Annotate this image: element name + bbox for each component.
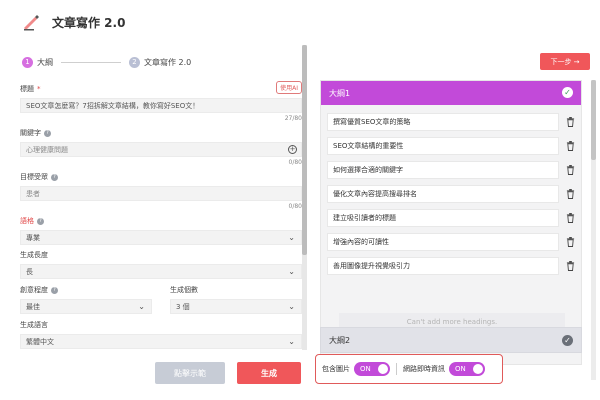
- chevron-down-icon: ⌄: [288, 337, 295, 346]
- check-icon[interactable]: ✓: [562, 335, 573, 346]
- step-1-indicator: 1: [22, 56, 33, 68]
- audience-char-count: 0/80: [288, 203, 302, 210]
- step-2-label[interactable]: 文章寫作 2.0: [144, 57, 191, 68]
- scrollbar-thumb[interactable]: [591, 80, 596, 160]
- scrollbar-thumb[interactable]: [302, 45, 307, 255]
- keywords-label: 關鍵字?: [20, 128, 302, 138]
- generate-button[interactable]: 生成: [237, 362, 301, 384]
- trash-icon[interactable]: [566, 213, 575, 223]
- pen-icon: [20, 11, 42, 33]
- include-images-toggle[interactable]: ON: [354, 362, 390, 376]
- chevron-down-icon: ⌄: [288, 302, 295, 311]
- toggle-knob: [378, 364, 388, 374]
- web-search-label: 網路即時資訊: [403, 365, 445, 373]
- title-char-count: 27/80: [284, 115, 302, 122]
- tone-select[interactable]: 專業 ⌄: [20, 230, 302, 245]
- trash-icon[interactable]: [566, 117, 575, 127]
- web-search-toggle[interactable]: ON: [449, 362, 485, 376]
- outline-heading-item[interactable]: SEO文章結構的重要性: [327, 137, 559, 155]
- add-keyword-icon[interactable]: +: [288, 145, 297, 154]
- include-images-label: 包含圖片: [322, 365, 350, 373]
- form-panel: 1 大綱 2 文章寫作 2.0 標題 * 使用AI SEO文章怎麼寫？7招拆解文章…: [10, 50, 310, 395]
- detail-label: 創意程度?: [20, 285, 152, 295]
- language-label: 生成語言: [20, 321, 48, 329]
- outline-heading-item[interactable]: 增強內容的可讀性: [327, 233, 559, 251]
- count-label: 生成個數: [170, 286, 198, 294]
- page-title: 文章寫作 2.0: [52, 15, 126, 30]
- info-icon[interactable]: ?: [51, 286, 58, 294]
- chevron-down-icon: ⌄: [288, 233, 295, 242]
- outline-heading-item[interactable]: 善用圖像提升視覺吸引力: [327, 257, 559, 275]
- next-step-button[interactable]: 下一步 →: [540, 53, 590, 70]
- check-icon[interactable]: ✓: [562, 87, 573, 98]
- outline-card-header[interactable]: 大綱1 ✓: [321, 81, 581, 105]
- language-select[interactable]: 繁體中文 ⌄: [20, 334, 302, 349]
- tone-label: 語格?: [20, 216, 302, 226]
- detail-select[interactable]: 最佳 ⌄: [20, 299, 152, 314]
- outline-heading-item[interactable]: 建立吸引讀者的標題: [327, 209, 559, 227]
- step-2-indicator: 2: [129, 56, 140, 68]
- info-icon[interactable]: ?: [37, 217, 44, 225]
- outline-card-2[interactable]: 大綱2 ✓: [320, 327, 582, 353]
- info-icon[interactable]: ?: [44, 129, 51, 137]
- length-label: 生成長度: [20, 251, 48, 259]
- detail-field-group: 創意程度? 最佳 ⌄: [20, 285, 152, 314]
- tone-field-group: 語格? 專業 ⌄: [20, 216, 302, 245]
- step-1-label[interactable]: 大綱: [37, 57, 53, 68]
- form-scrollbar[interactable]: [302, 45, 307, 350]
- trash-icon[interactable]: [566, 261, 575, 271]
- audience-label: 目標受眾?: [20, 172, 302, 182]
- language-field-group: 生成語言 繁體中文 ⌄: [20, 320, 302, 349]
- use-ai-button[interactable]: 使用AI: [276, 81, 302, 94]
- info-icon[interactable]: ?: [51, 173, 58, 181]
- outline-heading-item[interactable]: 如何選擇合適的關鍵字: [327, 161, 559, 179]
- stepper: 1 大綱 2 文章寫作 2.0: [22, 54, 191, 70]
- keywords-input[interactable]: 心理健康問題 +: [20, 142, 302, 157]
- title-label: 標題 *: [20, 85, 41, 93]
- header: 文章寫作 2.0: [0, 0, 600, 44]
- outline-scrollbar[interactable]: [591, 80, 596, 380]
- keywords-field-group: 關鍵字? 心理健康問題 + 0/80: [20, 128, 302, 166]
- title-input[interactable]: SEO文章怎麼寫？7招拆解文章結構，教你寫好SEO文！: [20, 98, 302, 113]
- trash-icon[interactable]: [566, 237, 575, 247]
- trash-icon[interactable]: [566, 165, 575, 175]
- options-bar: 包含圖片 ON 網路即時資訊 ON: [315, 354, 503, 384]
- outline-panel: 下一步 → 大綱1 ✓ 撰寫優質SEO文章的策略 SEO文章結構的重要性 如何選…: [310, 50, 600, 400]
- trash-icon[interactable]: [566, 141, 575, 151]
- divider: [396, 363, 397, 375]
- outline-card-1: 大綱1 ✓ 撰寫優質SEO文章的策略 SEO文章結構的重要性 如何選擇合適的關鍵…: [320, 80, 582, 365]
- outline-heading-item[interactable]: 撰寫優質SEO文章的策略: [327, 113, 559, 131]
- count-select[interactable]: 3 個 ⌄: [170, 299, 302, 314]
- length-field-group: 生成長度 長 ⌄: [20, 250, 302, 279]
- outline-heading-item[interactable]: 優化文章內容提高搜尋排名: [327, 185, 559, 203]
- toggle-knob: [473, 364, 483, 374]
- count-field-group: 生成個數 3 個 ⌄: [170, 285, 302, 314]
- keywords-char-count: 0/80: [288, 159, 302, 166]
- chevron-down-icon: ⌄: [288, 267, 295, 276]
- example-button[interactable]: 點擊示範: [155, 362, 225, 384]
- trash-icon[interactable]: [566, 189, 575, 199]
- step-connector: [61, 61, 121, 63]
- audience-input[interactable]: 患者: [20, 186, 302, 201]
- title-field-group: 標題 * 使用AI SEO文章怎麼寫？7招拆解文章結構，教你寫好SEO文！ 27/…: [20, 81, 302, 122]
- chevron-down-icon: ⌄: [138, 302, 145, 311]
- audience-field-group: 目標受眾? 患者 0/80: [20, 172, 302, 210]
- length-select[interactable]: 長 ⌄: [20, 264, 302, 279]
